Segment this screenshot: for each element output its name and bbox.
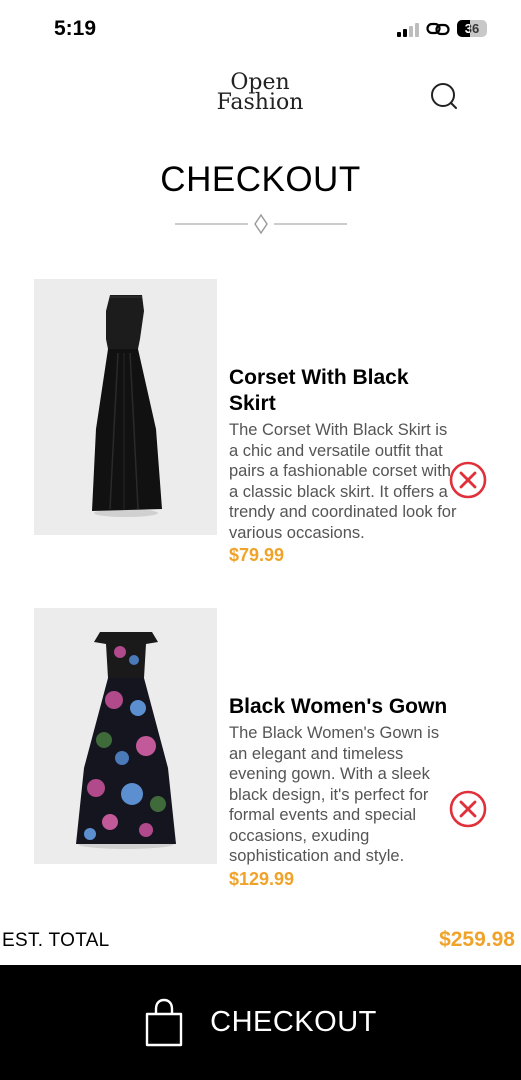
gown-icon	[76, 632, 176, 849]
title-divider	[175, 213, 347, 235]
item-info: Black Women's Gown The Black Women's Gow…	[229, 694, 459, 890]
status-time: 5:19	[54, 17, 97, 40]
signal-icon	[397, 21, 419, 37]
page-title: CHECKOUT	[160, 160, 361, 199]
remove-item-icon[interactable]	[448, 789, 488, 829]
status-bar: 5:19 36	[0, 0, 521, 60]
item-price: $129.99	[229, 868, 295, 889]
shopping-bag-icon	[145, 998, 183, 1046]
app-header: Open Fashion	[0, 60, 521, 140]
remove-item-icon[interactable]	[448, 460, 488, 500]
total-label: EST. TOTAL	[2, 930, 110, 951]
status-icons: 36	[397, 20, 487, 37]
item-name[interactable]: Black Women's Gown	[229, 694, 459, 720]
item-description: The Corset With Black Skirt is a chic an…	[229, 421, 457, 542]
item-description: The Black Women's Gown is an elegant and…	[229, 724, 440, 865]
search-icon[interactable]	[428, 80, 462, 114]
estimated-total-row: EST. TOTAL $259.98	[0, 928, 521, 954]
battery-icon: 36	[457, 20, 487, 37]
product-image-corset[interactable]	[34, 279, 217, 535]
cart-item: Corset With Black Skirt The Corset With …	[34, 279, 504, 589]
battery-level: 36	[464, 21, 480, 36]
logo-line-2: Fashion	[216, 90, 304, 115]
total-value: $259.98	[439, 928, 515, 951]
checkout-label: CHECKOUT	[210, 1006, 377, 1038]
dress-icon	[92, 295, 162, 517]
item-name[interactable]: Corset With Black Skirt	[229, 365, 459, 417]
checkout-button[interactable]: CHECKOUT	[0, 965, 521, 1080]
app-logo[interactable]: Open Fashion	[208, 72, 312, 115]
cart-item: Black Women's Gown The Black Women's Gow…	[34, 608, 504, 928]
item-price: $79.99	[229, 545, 285, 565]
link-icon	[426, 22, 450, 35]
item-info: Corset With Black Skirt The Corset With …	[229, 365, 459, 566]
product-image-gown[interactable]	[34, 608, 217, 864]
